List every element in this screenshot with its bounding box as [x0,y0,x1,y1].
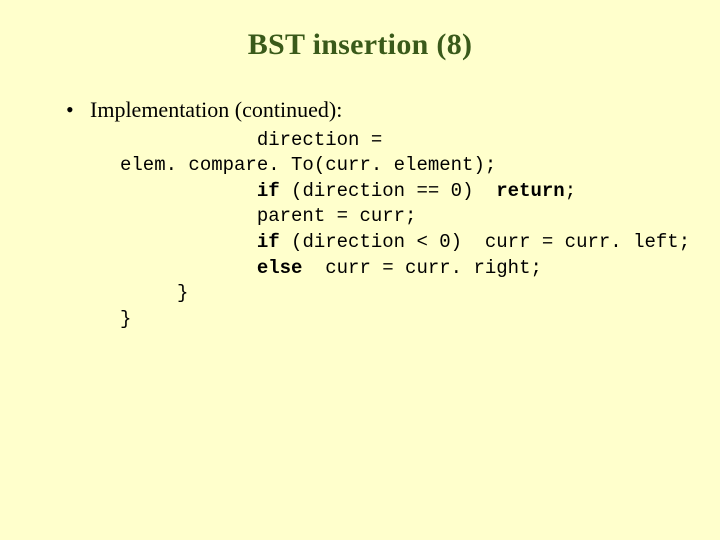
keyword-return: return [496,180,564,202]
keyword-else: else [257,257,303,279]
code-line-3-indent [120,180,257,202]
code-line-6-rest: curr = curr. right; [302,257,541,279]
page-title: BST insertion (8) [40,28,680,62]
code-line-5-indent [120,231,257,253]
code-block: direction = elem. compare. To(curr. elem… [120,128,680,333]
bullet-list: Implementation (continued): direction = … [60,96,680,333]
keyword-if-1: if [257,180,280,202]
keyword-if-2: if [257,231,280,253]
code-line-3-mid: (direction == 0) [280,180,497,202]
code-line-7: } [120,282,188,304]
code-line-5-rest: (direction < 0) curr = curr. left; [280,231,690,253]
code-line-1: direction = [120,129,394,151]
code-line-2: elem. compare. To(curr. element); [120,154,496,176]
code-line-6-indent [120,257,257,279]
code-line-8: } [120,308,131,330]
bullet-text: Implementation (continued): [90,97,342,122]
slide: BST insertion (8) Implementation (contin… [0,0,720,540]
slide-body: Implementation (continued): direction = … [40,96,680,333]
bullet-item: Implementation (continued): direction = … [60,96,680,333]
code-line-4: parent = curr; [120,205,416,227]
code-line-3-end: ; [565,180,576,202]
